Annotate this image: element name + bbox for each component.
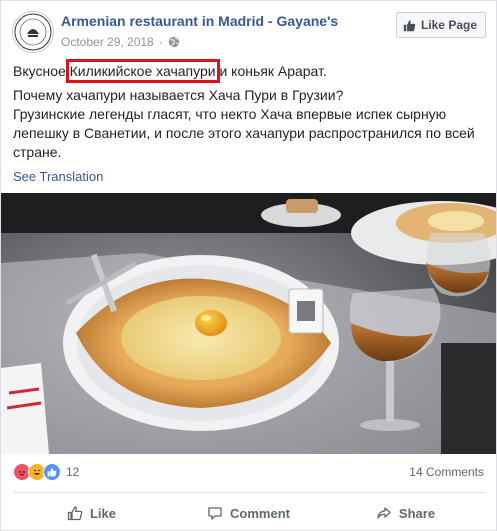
post-meta: October 29, 2018 · xyxy=(61,35,180,49)
page-name-link[interactable]: Armenian restaurant in Madrid - Gayane's xyxy=(61,13,338,29)
meta-separator: · xyxy=(158,35,163,49)
thumbs-up-icon xyxy=(403,19,416,31)
like-button[interactable]: Like xyxy=(13,505,170,521)
post-line-1: Вкусное Киликийское хачапури и коньяк Ар… xyxy=(13,59,484,83)
post-photo[interactable] xyxy=(1,193,496,454)
like-label: Like xyxy=(89,505,116,521)
thumbs-up-icon xyxy=(67,506,83,521)
post-line-3-text: Грузинские легенды гласят, что некто Хач… xyxy=(13,106,475,160)
comments-count-link[interactable]: 14 Comments xyxy=(409,465,484,479)
share-icon xyxy=(377,507,391,519)
reaction-count: 12 xyxy=(66,465,80,479)
facebook-post: Armenian restaurant in Madrid - Gayane's… xyxy=(0,0,497,531)
share-button[interactable]: Share xyxy=(327,505,484,521)
post-header: Armenian restaurant in Madrid - Gayane's… xyxy=(1,1,496,55)
like-icon xyxy=(43,463,61,481)
reactions-row: 12 14 Comments xyxy=(13,463,484,481)
post-actions: Like Comment Share xyxy=(13,496,484,530)
comment-button[interactable]: Comment xyxy=(170,505,327,521)
share-label: Share xyxy=(398,505,436,521)
like-page-label: Like Page xyxy=(420,18,477,32)
page-avatar[interactable] xyxy=(12,11,54,53)
post-text: Вкусное Киликийское хачапури и коньяк Ар… xyxy=(13,59,484,162)
see-translation-link[interactable]: See Translation xyxy=(13,169,103,184)
reactions-summary[interactable]: 12 xyxy=(13,463,79,481)
like-page-button[interactable]: Like Page xyxy=(395,12,486,38)
avatar-logo-icon xyxy=(14,13,52,51)
globe-icon xyxy=(168,36,179,48)
comment-icon xyxy=(208,507,222,520)
post-line-2: Почему хачапури называется Хача Пури в Г… xyxy=(13,86,484,162)
post-line-2-text: Почему хачапури называется Хача Пури в Г… xyxy=(13,87,344,103)
khachapuri-photo-image xyxy=(1,193,496,454)
post-date[interactable]: October 29, 2018 xyxy=(61,35,154,49)
comment-label: Comment xyxy=(230,505,290,521)
post-line-1-suffix: и коньяк Арарат. xyxy=(215,63,327,79)
highlighted-phrase: Киликийское хачапури xyxy=(65,59,220,83)
actions-divider xyxy=(13,492,484,493)
post-line-1-prefix: Вкусное xyxy=(13,63,70,79)
